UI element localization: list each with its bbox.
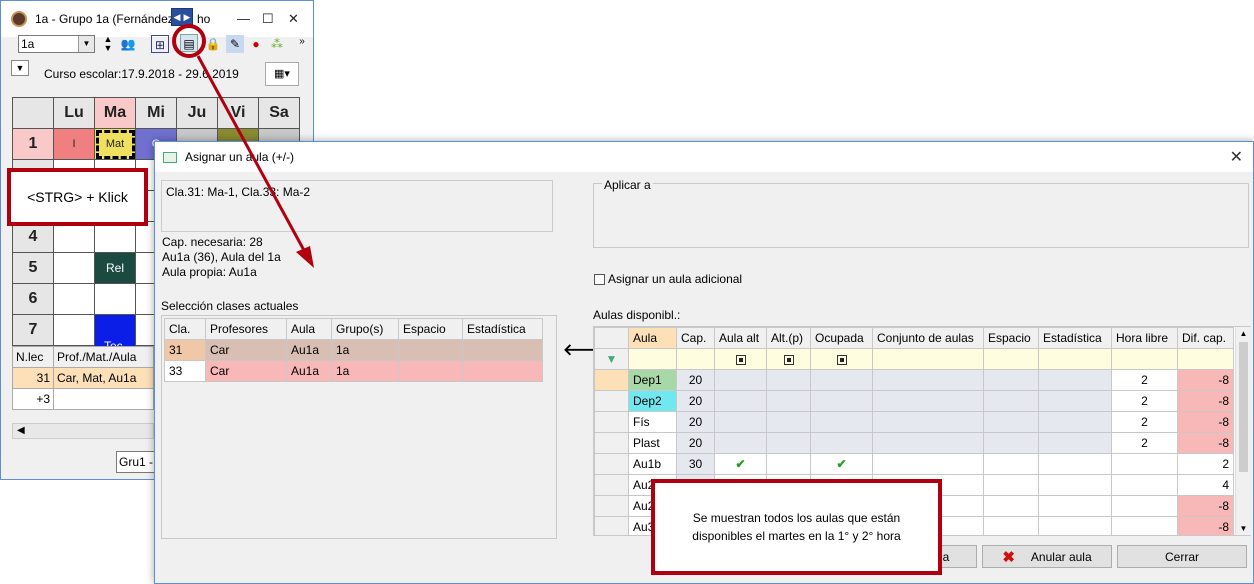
annotation-overlay [172,24,314,268]
highlight-circle [172,24,206,58]
annotation-arrow [196,55,308,255]
arrow-head [296,246,314,268]
